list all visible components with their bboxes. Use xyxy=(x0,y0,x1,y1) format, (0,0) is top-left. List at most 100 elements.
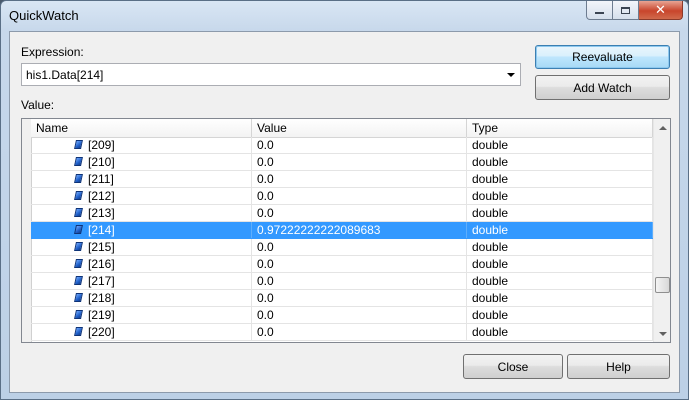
cell-type: double xyxy=(467,171,653,187)
cell-name: [213] xyxy=(31,205,252,221)
field-member-icon xyxy=(74,225,83,234)
table-row[interactable]: [210] 0.0 double xyxy=(31,154,653,171)
title-bar[interactable]: QuickWatch ✕ xyxy=(1,1,688,31)
scroll-thumb[interactable] xyxy=(655,277,670,293)
expression-label: Expression: xyxy=(21,45,84,59)
cell-name-text: [212] xyxy=(88,189,115,203)
cell-value: 0.97222222222089683 xyxy=(252,222,467,238)
help-button[interactable]: Help xyxy=(567,354,670,379)
maximize-icon xyxy=(621,6,630,14)
expression-input[interactable] xyxy=(22,64,502,85)
table-row[interactable]: [218] 0.0 double xyxy=(31,290,653,307)
column-header-type[interactable]: Type xyxy=(467,119,653,137)
cell-name: [209] xyxy=(31,137,252,153)
close-icon: ✕ xyxy=(655,2,666,18)
field-member-icon xyxy=(74,293,83,302)
value-grid[interactable]: Name Value Type [209] 0.0 double [210] 0.0 do… xyxy=(21,118,671,343)
field-member-icon xyxy=(74,174,83,183)
cell-name-text: [220] xyxy=(88,325,115,339)
cell-name-text: [217] xyxy=(88,274,115,288)
cell-name-text: [214] xyxy=(88,223,115,237)
cell-value: 0.0 xyxy=(252,188,467,204)
maximize-button[interactable] xyxy=(613,1,639,20)
field-member-icon xyxy=(74,140,83,149)
cell-name-text: [219] xyxy=(88,308,115,322)
value-label: Value: xyxy=(21,98,55,112)
chevron-down-icon xyxy=(658,331,667,336)
vertical-scrollbar[interactable] xyxy=(653,119,670,342)
cell-value: 0.0 xyxy=(252,290,467,306)
cell-name: [215] xyxy=(31,239,252,255)
cell-name: [220] xyxy=(31,324,252,340)
cell-name: [218] xyxy=(31,290,252,306)
cell-type: double xyxy=(467,188,653,204)
cell-name-text: [218] xyxy=(88,291,115,305)
cell-type: double xyxy=(467,273,653,289)
cell-name-text: [216] xyxy=(88,257,115,271)
cell-name: [219] xyxy=(31,307,252,323)
table-row[interactable]: [219] 0.0 double xyxy=(31,307,653,324)
cell-name: [217] xyxy=(31,273,252,289)
column-header-name[interactable]: Name xyxy=(31,119,252,137)
window-title: QuickWatch xyxy=(9,8,79,23)
field-member-icon xyxy=(74,259,83,268)
expression-combobox[interactable] xyxy=(21,63,521,86)
expression-dropdown-button[interactable] xyxy=(502,64,520,85)
scroll-down-button[interactable] xyxy=(654,325,670,342)
table-row[interactable]: [215] 0.0 double xyxy=(31,239,653,256)
grid-rows: [209] 0.0 double [210] 0.0 double [211] 0.0 doub… xyxy=(31,137,653,341)
cell-name-text: [213] xyxy=(88,206,115,220)
close-window-button[interactable]: ✕ xyxy=(639,1,683,20)
reevaluate-button[interactable]: Reevaluate xyxy=(535,45,670,69)
field-member-icon xyxy=(74,191,83,200)
cell-name: [214] xyxy=(31,222,252,238)
cell-value: 0.0 xyxy=(252,137,467,153)
cell-name: [212] xyxy=(31,188,252,204)
cell-value: 0.0 xyxy=(252,307,467,323)
field-member-icon xyxy=(74,276,83,285)
table-row[interactable]: [214] 0.97222222222089683 double xyxy=(31,222,653,239)
table-row[interactable]: [217] 0.0 double xyxy=(31,273,653,290)
cell-name: [211] xyxy=(31,171,252,187)
table-row[interactable]: [213] 0.0 double xyxy=(31,205,653,222)
close-button[interactable]: Close xyxy=(463,354,563,379)
table-row[interactable]: [220] 0.0 double xyxy=(31,324,653,341)
field-member-icon xyxy=(74,157,83,166)
table-row[interactable]: [209] 0.0 double xyxy=(31,137,653,154)
field-member-icon xyxy=(74,310,83,319)
cell-name-text: [215] xyxy=(88,240,115,254)
table-row[interactable]: [211] 0.0 double xyxy=(31,171,653,188)
table-row[interactable]: [212] 0.0 double xyxy=(31,188,653,205)
minimize-icon xyxy=(595,12,604,14)
cell-type: double xyxy=(467,222,653,238)
caption-buttons: ✕ xyxy=(586,1,683,21)
add-watch-button[interactable]: Add Watch xyxy=(535,75,670,100)
cell-name-text: [209] xyxy=(88,138,115,152)
cell-type: double xyxy=(467,256,653,272)
cell-type: double xyxy=(467,205,653,221)
cell-type: double xyxy=(467,154,653,170)
cell-value: 0.0 xyxy=(252,239,467,255)
cell-value: 0.0 xyxy=(252,205,467,221)
cell-type: double xyxy=(467,290,653,306)
cell-name: [216] xyxy=(31,256,252,272)
cell-type: double xyxy=(467,324,653,340)
table-row[interactable]: [216] 0.0 double xyxy=(31,256,653,273)
field-member-icon xyxy=(74,208,83,217)
field-member-icon xyxy=(74,327,83,336)
cell-type: double xyxy=(467,307,653,323)
scroll-up-button[interactable] xyxy=(654,119,670,136)
quickwatch-window: QuickWatch ✕ Expression: Reevaluate Add … xyxy=(0,0,689,400)
cell-type: double xyxy=(467,239,653,255)
cell-value: 0.0 xyxy=(252,171,467,187)
field-member-icon xyxy=(74,242,83,251)
minimize-button[interactable] xyxy=(586,1,613,20)
cell-value: 0.0 xyxy=(252,273,467,289)
chevron-up-icon xyxy=(658,125,667,130)
cell-name-text: [210] xyxy=(88,155,115,169)
cell-name-text: [211] xyxy=(88,172,114,186)
cell-name: [210] xyxy=(31,154,252,170)
cell-type: double xyxy=(467,137,653,153)
cell-value: 0.0 xyxy=(252,256,467,272)
column-header-value[interactable]: Value xyxy=(252,119,467,137)
